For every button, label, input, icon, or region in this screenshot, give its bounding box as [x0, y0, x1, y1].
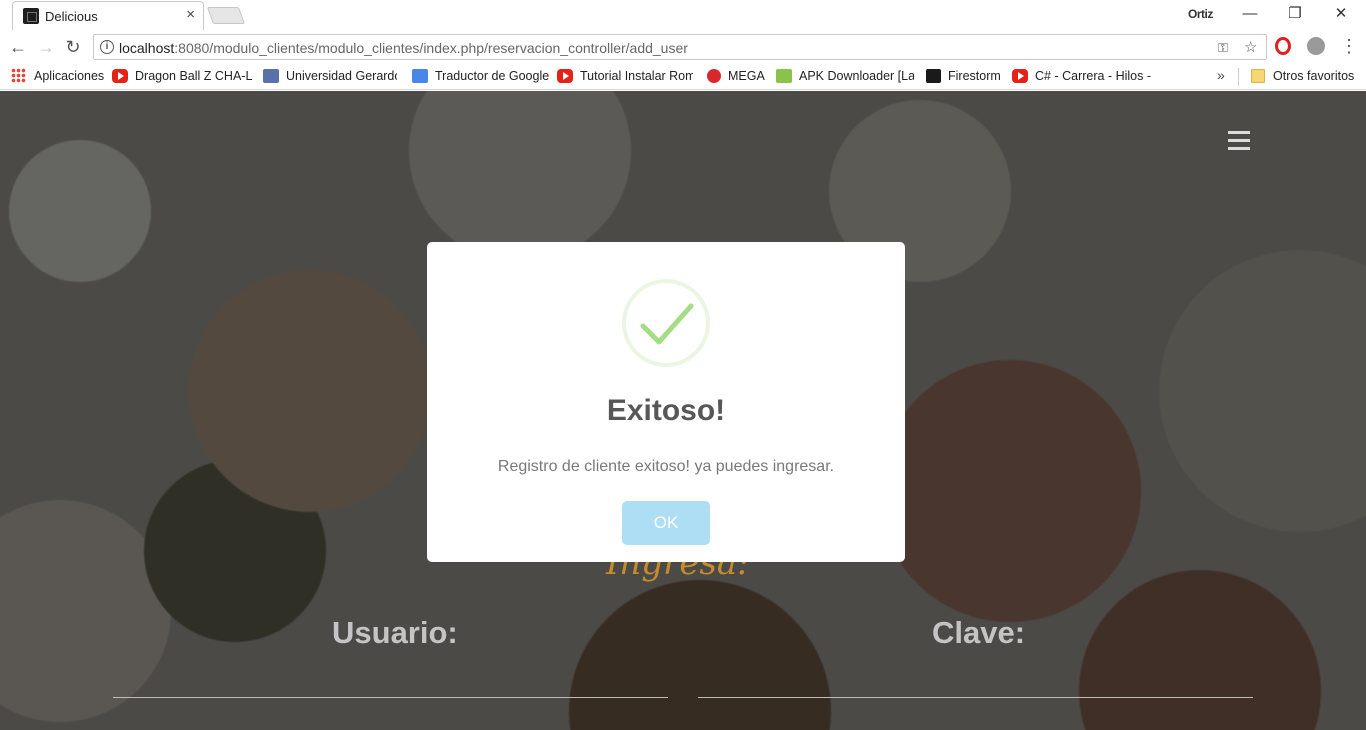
bookmark-item[interactable]: MEGA [707, 68, 765, 86]
ok-button[interactable]: OK [622, 501, 710, 545]
url-path: :8080/modulo_clientes/modulo_clientes/in… [174, 40, 688, 56]
user-input-field[interactable] [113, 697, 668, 698]
more-bookmarks-icon[interactable]: » [1217, 67, 1225, 83]
bookmark-label: MEGA [728, 69, 765, 83]
apk-icon [776, 69, 792, 83]
university-icon [263, 69, 279, 83]
window-close-icon[interactable]: ✕ [1321, 4, 1361, 24]
mega-icon [707, 69, 721, 83]
bookmark-item[interactable]: Traductor de Google [412, 68, 549, 86]
key-icon[interactable]: ⚿ [1218, 40, 1228, 56]
dialog-title: Exitoso! [606, 394, 726, 427]
site-favicon-icon [23, 8, 39, 24]
bookmark-label: APK Downloader [Lat [799, 69, 914, 83]
new-tab-button[interactable] [206, 7, 246, 24]
bookmarks-divider [1238, 68, 1239, 86]
youtube-icon [1012, 69, 1028, 83]
bookmark-item[interactable]: APK Downloader [Lat [776, 68, 914, 86]
page-viewport: Ingresa: Usuario: Clave: Exitoso! Regist… [0, 91, 1366, 730]
tab-strip: Delicious × Ortiz — ❐ ✕ [0, 0, 1366, 30]
youtube-icon [112, 69, 128, 83]
bookmark-label: Firestorm [948, 69, 1001, 83]
bookmark-label: Traductor de Google [435, 69, 550, 83]
address-bar[interactable]: i localhost:8080/modulo_clientes/modulo_… [93, 34, 1267, 60]
success-dialog: Exitoso! Registro de cliente exitoso! ya… [427, 242, 905, 562]
firestorm-icon [926, 69, 941, 83]
bookmark-item[interactable]: Universidad Gerardo [263, 68, 397, 86]
password-label: Clave: [932, 615, 1026, 650]
bookmark-item[interactable]: Dragon Ball Z CHA-L [112, 68, 252, 86]
forward-icon[interactable]: → [35, 36, 57, 58]
url-text[interactable]: localhost:8080/modulo_clientes/modulo_cl… [119, 40, 688, 56]
extension-icon[interactable] [1307, 37, 1325, 55]
apps-grid-icon [11, 68, 26, 83]
browser-toolbar: ← → ↻ i localhost:8080/modulo_clientes/m… [0, 30, 1366, 63]
checkmark-icon [640, 303, 694, 345]
bookmark-item[interactable]: Aplicaciones [11, 68, 104, 86]
bookmark-star-icon[interactable]: ☆ [1244, 38, 1257, 56]
bookmark-label: Otros favoritos [1273, 69, 1355, 83]
hamburger-menu-icon[interactable] [1228, 131, 1250, 151]
bookmark-label: C# - Carrera - Hilos - [1035, 69, 1151, 83]
restore-icon[interactable]: ❐ [1275, 4, 1315, 24]
folder-icon [1251, 69, 1265, 83]
bookmark-item[interactable]: C# - Carrera - Hilos - [1012, 68, 1151, 86]
opera-icon[interactable] [1275, 37, 1291, 55]
back-icon[interactable]: ← [7, 36, 29, 58]
youtube-icon [557, 69, 573, 83]
bookmark-label: Aplicaciones [34, 69, 105, 83]
reload-icon[interactable]: ↻ [62, 36, 84, 58]
tab-close-icon[interactable]: × [186, 7, 195, 23]
user-label: Usuario: [332, 615, 458, 650]
google-translate-icon [412, 69, 428, 83]
bookmark-item[interactable]: Tutorial Instalar Rom [557, 68, 693, 86]
bookmark-item[interactable]: Firestorm [926, 68, 1001, 86]
bookmark-label: Tutorial Instalar Rom [580, 69, 693, 83]
bookmarks-bar: Aplicaciones Dragon Ball Z CHA-L Univers… [0, 63, 1366, 90]
browser-tab[interactable]: Delicious × [12, 1, 204, 30]
site-info-icon[interactable]: i [100, 40, 114, 54]
profile-name[interactable]: Ortiz [1188, 7, 1213, 21]
minimize-icon[interactable]: — [1230, 4, 1270, 24]
tab-title: Delicious [45, 9, 98, 24]
url-host: localhost [119, 40, 175, 56]
bookmark-label: Dragon Ball Z CHA-L [135, 69, 252, 83]
dialog-message: Registro de cliente exitoso! ya puedes i… [497, 458, 835, 475]
other-bookmarks-folder[interactable]: Otros favoritos [1251, 68, 1354, 86]
password-input-field[interactable] [698, 697, 1253, 698]
bookmark-label: Universidad Gerardo [286, 69, 397, 83]
chrome-menu-icon[interactable]: ⋮ [1340, 36, 1358, 56]
